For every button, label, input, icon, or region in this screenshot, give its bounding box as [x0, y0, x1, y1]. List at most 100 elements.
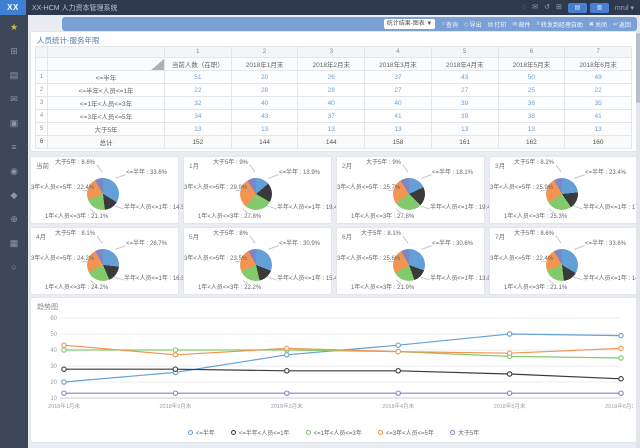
row-index: 4	[36, 110, 48, 123]
data-point	[62, 343, 66, 347]
sidebar-report-icon[interactable]: ▤	[0, 63, 28, 87]
user-menu[interactable]: mrul ▾	[615, 4, 634, 12]
legend-item[interactable]: <=3年<人员<=5年	[378, 428, 434, 437]
pie-slice-label: <=半年 : 13.9%	[279, 170, 320, 176]
legend-item[interactable]: 大于5年	[450, 428, 479, 437]
pie-slice-label: 3年<人员<=5年 : 22.4%	[490, 256, 542, 262]
pie-card: 3月<=半年 : 23.4%半年<人员<=1年 : 17.1%1年<人员<=3年…	[489, 156, 638, 224]
mail-icon[interactable]: ✉	[532, 4, 538, 11]
data-point	[507, 372, 511, 376]
topbar-icon-group: ◌ ✉ ↺ ⊞	[522, 4, 562, 11]
column-header: 2018年6月末	[565, 58, 632, 71]
pie-slice-label: 3年<人员<=5年 : 22.4%	[31, 185, 83, 191]
mail-button[interactable]: ✉邮件	[512, 20, 530, 29]
statistics-panel: 人员统计-服务年限 1234567当前人数（在职）2018年1月末2018年2月…	[30, 31, 637, 152]
data-point	[285, 391, 289, 395]
table-cell: 13	[431, 123, 498, 136]
label-leader-line	[268, 245, 279, 250]
data-point	[619, 391, 623, 395]
label-leader-line	[403, 165, 409, 173]
legend-item[interactable]: <=1年<人员<=3年	[306, 428, 362, 437]
data-point	[173, 391, 177, 395]
label-leader-line	[115, 245, 126, 250]
pie-slice-label: 1年<人员<=3年 : 27.8%	[198, 214, 261, 220]
table-cell: 41	[565, 110, 632, 123]
legend-item[interactable]: <=半年<人员<=1年	[231, 428, 290, 437]
toolbar-items: ○查询 ◇导出 ▤打印 ✉邮件 ≡转发到经理自助 ✖关闭 ↩返回	[435, 20, 631, 29]
close-button[interactable]: ✖关闭	[589, 20, 607, 29]
y-tick-label: 10	[50, 396, 57, 402]
apps-icon[interactable]: ⊞	[556, 4, 562, 11]
row-index: 5	[36, 123, 48, 136]
table-cell: 36	[498, 97, 565, 110]
sidebar-layers-icon[interactable]: ▦	[0, 231, 28, 255]
scrollbar-thumb[interactable]	[636, 33, 640, 103]
legend-marker-icon	[231, 430, 236, 435]
row-index: 1	[36, 71, 48, 84]
pie-slice-label: 半年<人员<=1年 : 16.8%	[124, 276, 190, 282]
pie-slice-label: 半年<人员<=1年 : 15.4%	[277, 276, 343, 282]
sidebar-target-icon[interactable]: ◉	[0, 159, 28, 183]
pie-slice-label: <=半年 : 30.9%	[279, 241, 320, 247]
pie-slice-label: <=半年 : 18.1%	[432, 170, 473, 176]
column-number: 7	[565, 47, 632, 58]
refresh-icon[interactable]: ↺	[544, 4, 550, 11]
total-cell: 162	[498, 136, 565, 149]
data-point	[173, 348, 177, 352]
pie-slice-label: 半年<人员<=1年 : 19.4%	[430, 205, 496, 211]
label-leader-line	[574, 245, 585, 250]
pie-slice-label: 3年<人员<=5年 : 25.6%	[337, 256, 389, 262]
search-icon[interactable]: ◌	[522, 4, 526, 11]
legend-label: 大于5年	[458, 428, 479, 437]
view-select[interactable]: 统计结果-图表 ▼	[384, 19, 436, 29]
x-tick-label: 2018年3月末	[271, 402, 303, 410]
message-button[interactable]: ▥	[590, 3, 609, 13]
column-number: 1	[165, 47, 232, 58]
top-bar: XX XX-HCM 人力资本管理系统 ◌✉↺⊞ ▤▥ mrul ▾	[0, 0, 640, 15]
row-label: <=3年<人员<=5年	[48, 110, 165, 123]
sidebar-star-icon[interactable]: ★	[0, 15, 28, 39]
sidebar-doc-icon[interactable]: ▣	[0, 111, 28, 135]
export-button[interactable]: ◇导出	[464, 20, 482, 29]
vertical-scrollbar[interactable]	[636, 15, 640, 448]
corner-diagonal-cell	[48, 58, 165, 71]
close-button-label: 关闭	[595, 20, 607, 29]
x-tick-label: 2018年1月末	[48, 402, 80, 410]
pie-slice-label: 3年<人员<=5年 : 24.2%	[31, 256, 83, 262]
sidebar-menu-icon[interactable]: ≡	[0, 135, 28, 159]
table-total-row: 6总计152144144158161162160	[36, 136, 632, 149]
legend-item[interactable]: <=半年	[188, 428, 215, 437]
total-cell: 152	[165, 136, 232, 149]
series-line	[64, 369, 621, 379]
label-leader-line	[541, 261, 547, 262]
table-cell: 34	[165, 110, 232, 123]
sidebar-mail-icon[interactable]: ✉	[0, 87, 28, 111]
column-number: 6	[498, 47, 565, 58]
sidebar-circle-icon[interactable]: ○	[0, 255, 28, 279]
pie-slice-label: 半年<人员<=1年 : 13.8%	[430, 276, 496, 282]
sidebar-apps-grid-icon[interactable]: ⊞	[0, 39, 28, 63]
y-tick-label: 40	[50, 348, 57, 354]
query-button-label: 查询	[446, 20, 458, 29]
data-point	[396, 391, 400, 395]
print-button[interactable]: ▤打印	[488, 20, 507, 29]
label-leader-line	[267, 205, 277, 209]
query-button[interactable]: ○查询	[441, 20, 458, 29]
x-tick-label: 2018年5月末	[494, 402, 526, 410]
sidebar-diamond-icon[interactable]: ◆	[0, 183, 28, 207]
total-cell: 161	[431, 136, 498, 149]
pie-slice-label: 1年<人员<=3年 : 25.3%	[504, 214, 567, 220]
back-button[interactable]: ↩返回	[613, 20, 631, 29]
sidebar-plus-icon[interactable]: ⊕	[0, 207, 28, 231]
data-point	[396, 369, 400, 373]
pie-slice-label: 3年<人员<=5年 : 23.5%	[184, 256, 236, 262]
forward-button[interactable]: ≡转发到经理自助	[536, 20, 583, 29]
pie-slice-label: 大于5年 : 8.2%	[492, 160, 554, 166]
label-leader-line	[420, 205, 430, 209]
table-cell: 35	[565, 97, 632, 110]
table-cell: 39	[431, 97, 498, 110]
workbench-button[interactable]: ▤	[568, 3, 587, 13]
export-button-label: 导出	[470, 20, 482, 29]
label-leader-line	[403, 236, 409, 244]
row-label: <=半年<人员<=1年	[48, 84, 165, 97]
